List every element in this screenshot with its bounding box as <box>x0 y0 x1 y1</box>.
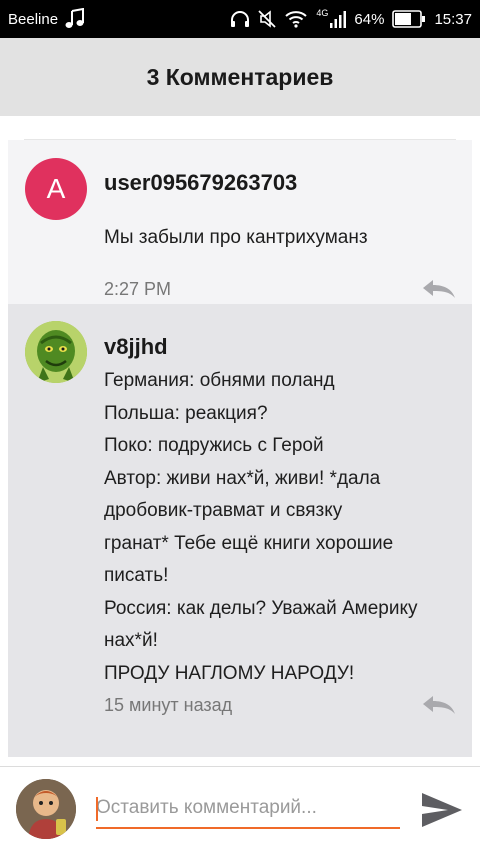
app-header: 3 Комментариев <box>0 38 480 116</box>
wifi-icon <box>285 11 308 28</box>
grinch-avatar-icon <box>25 321 87 383</box>
comment-composer <box>0 766 480 854</box>
clock: 15:37 <box>434 10 472 28</box>
headphones-icon <box>231 11 250 27</box>
comment-text: Мы забыли про кантрихуманз <box>104 227 368 248</box>
user-avatar-icon <box>16 779 76 839</box>
reply-icon[interactable] <box>422 279 456 299</box>
mute-icon <box>258 10 277 28</box>
avatar[interactable]: A <box>25 158 87 220</box>
user-avatar[interactable] <box>16 779 76 839</box>
comment-time: 15 минут назад <box>104 695 233 715</box>
comment-text: Германия: обнями поланд Польша: реакция?… <box>104 370 418 684</box>
comment-time: 2:27 PM <box>104 279 172 299</box>
comment-item[interactable]: v8jjhd Германия: обнями поланд Польша: р… <box>8 304 472 757</box>
status-bar: Beeline 4G 64% 15:37 <box>0 0 480 38</box>
divider <box>24 116 456 140</box>
reply-icon[interactable] <box>422 695 456 715</box>
avatar-letter: A <box>46 173 66 204</box>
comment-username[interactable]: user095679263703 <box>104 170 297 196</box>
comment-item[interactable]: A user095679263703 Мы забыли про кантрих… <box>8 140 472 304</box>
comment-input[interactable] <box>96 789 400 829</box>
comment-username[interactable]: v8jjhd <box>104 334 168 360</box>
network-type-label: 4G <box>316 8 329 18</box>
carrier-label: Beeline <box>8 10 59 28</box>
send-icon[interactable] <box>418 789 464 831</box>
battery-percent: 64% <box>354 10 385 28</box>
music-note-icon <box>65 8 85 28</box>
page-title: 3 Комментариев <box>146 63 334 90</box>
signal-icon <box>330 11 347 28</box>
text-cursor <box>96 797 98 821</box>
comments-list[interactable]: A user095679263703 Мы забыли про кантрих… <box>8 116 472 757</box>
avatar[interactable] <box>25 321 87 383</box>
battery-icon <box>392 10 426 28</box>
